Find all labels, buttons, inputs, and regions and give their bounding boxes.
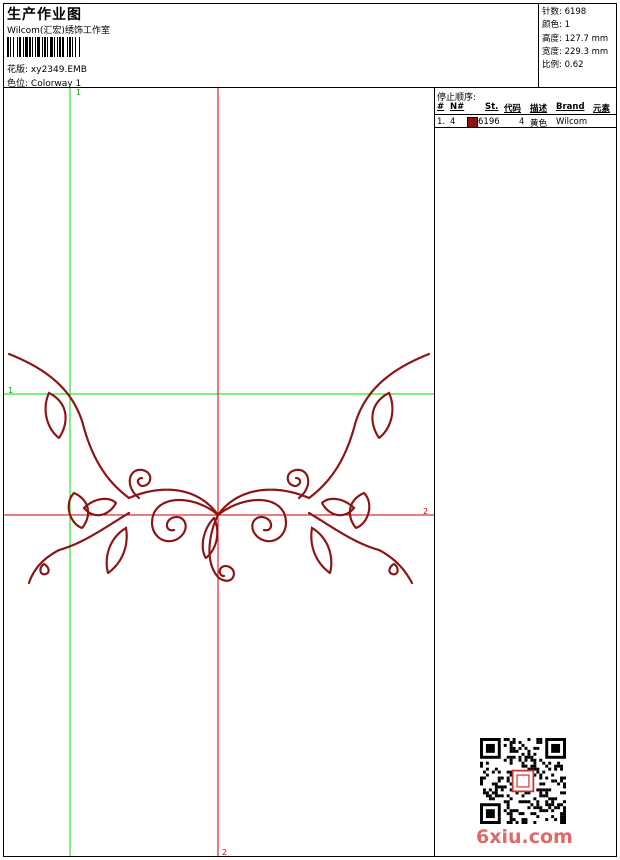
embroidery-canvas: 1 1 2 2 (4, 88, 434, 856)
stat-stitches: 针数: 6198 (542, 7, 587, 17)
design-value: xy2349.EMB (30, 65, 87, 75)
sidebar-divider (434, 87, 435, 857)
guide-label-right: 2 (423, 507, 428, 516)
col-needle: N# (450, 102, 465, 112)
guide-label-left: 1 (8, 386, 13, 395)
design-stats: 针数: 6198 颜色: 1 高度: 127.7 mm 宽度: 229.3 mm… (542, 6, 608, 72)
embroidery-design (7, 352, 431, 585)
stat-colors: 颜色: 1 (542, 20, 570, 31)
stat-scale: 比例: 0.62 (542, 60, 584, 71)
company-name: Wilcom(汇宏)绣饰工作室 (7, 26, 110, 36)
col-description: 描述 (530, 104, 548, 114)
watermark-logo: 6xiu.com (476, 826, 573, 848)
col-code: 代码 (504, 104, 522, 114)
stats-divider (538, 3, 539, 87)
design-file: 花版: xy2349.EMB (7, 62, 87, 75)
col-stitches: St. (485, 102, 499, 112)
stat-width: 宽度: 229.3 mm (542, 46, 609, 57)
col-brand: Brand (556, 102, 585, 112)
col-element: 元素 (593, 104, 611, 114)
design-label: 花版: (7, 65, 29, 75)
stop-sequence-table: # N# St. 代码 描述 Brand 元素 1. 4 6196 4 黄色 W… (435, 100, 617, 129)
guide-label-top: 1 (76, 88, 81, 97)
stat-height: 高度: 127.7 mm (542, 33, 609, 44)
table-row: 1. 4 6196 4 黄色 Wilcom (437, 117, 588, 129)
guide-label-bottom: 2 (222, 848, 227, 856)
table-header: # N# St. 代码 描述 Brand 元素 (435, 100, 617, 115)
page-title: 生产作业图 (7, 7, 82, 23)
barcode-icon (7, 37, 80, 57)
seal-icon (511, 769, 535, 793)
col-index: # (437, 102, 445, 112)
table-bottom-rule (435, 127, 617, 128)
qr-code-icon (480, 738, 566, 824)
